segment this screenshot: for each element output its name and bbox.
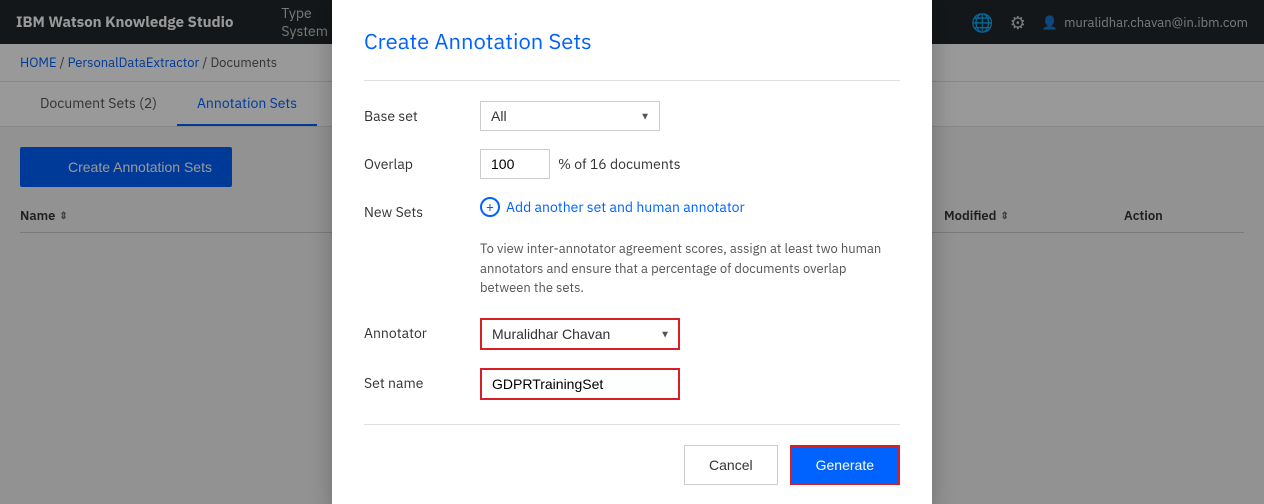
modal-divider	[364, 80, 900, 81]
new-sets-row: New Sets + Add another set and human ann…	[364, 197, 900, 221]
modal-title: Create Annotation Sets	[364, 27, 900, 56]
annotator-label: Annotator	[364, 318, 464, 342]
cancel-button[interactable]: Cancel	[684, 445, 778, 485]
modal-overlay: Create Annotation Sets Base set All Set …	[0, 0, 1264, 504]
add-set-link-text: Add another set and human annotator	[506, 198, 745, 216]
overlap-suffix: % of 16 documents	[558, 155, 681, 173]
set-name-input[interactable]	[480, 368, 680, 400]
generate-button[interactable]: Generate	[790, 445, 900, 485]
info-text: To view inter-annotator agreement scores…	[480, 239, 900, 298]
overlap-label: Overlap	[364, 149, 464, 173]
base-set-row: Base set All Set 1 Set 2 ▼	[364, 101, 900, 131]
set-name-row: Set name	[364, 368, 900, 400]
overlap-input-row: % of 16 documents	[480, 149, 900, 179]
new-sets-control: + Add another set and human annotator	[480, 197, 900, 217]
overlap-input[interactable]	[480, 149, 550, 179]
annotator-select-wrapper: Muralidhar Chavan User 2 User 3 ▼	[480, 318, 680, 350]
base-set-label: Base set	[364, 101, 464, 125]
set-name-label: Set name	[364, 368, 464, 392]
base-set-select-wrapper: All Set 1 Set 2 ▼	[480, 101, 660, 131]
create-annotation-sets-modal: Create Annotation Sets Base set All Set …	[332, 0, 932, 504]
overlap-control: % of 16 documents	[480, 149, 900, 179]
overlap-row: Overlap % of 16 documents	[364, 149, 900, 179]
annotator-control: Muralidhar Chavan User 2 User 3 ▼	[480, 318, 900, 350]
modal-actions: Cancel Generate	[364, 424, 900, 485]
base-set-control: All Set 1 Set 2 ▼	[480, 101, 900, 131]
base-set-select[interactable]: All Set 1 Set 2	[480, 101, 660, 131]
annotator-select[interactable]: Muralidhar Chavan User 2 User 3	[480, 318, 680, 350]
add-set-link[interactable]: + Add another set and human annotator	[480, 197, 900, 217]
add-set-plus-icon: +	[480, 197, 500, 217]
annotator-row: Annotator Muralidhar Chavan User 2 User …	[364, 318, 900, 350]
new-sets-label: New Sets	[364, 197, 464, 221]
set-name-control	[480, 368, 900, 400]
